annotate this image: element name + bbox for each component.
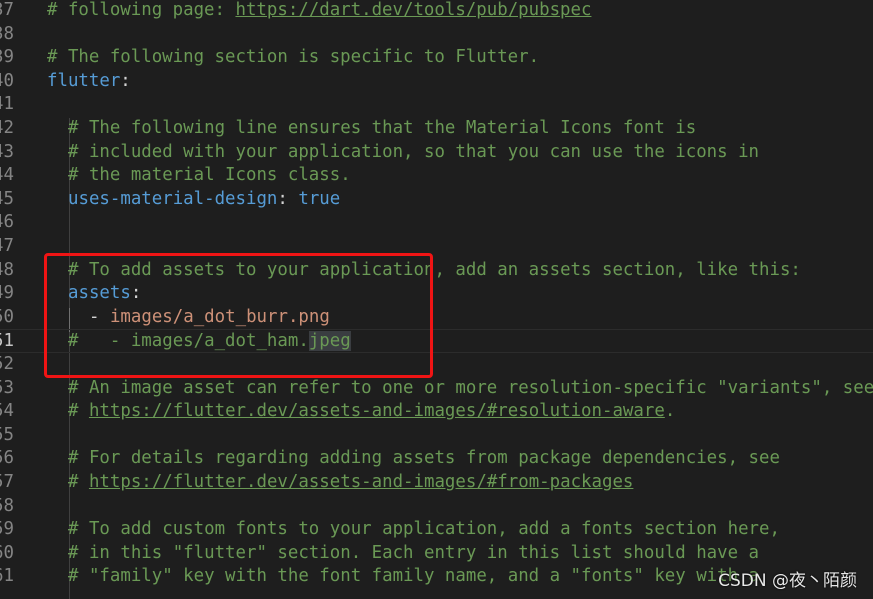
line-number: 59 xyxy=(0,519,14,540)
yaml-comment: # To add custom fonts to your applicatio… xyxy=(68,519,780,540)
line-number: 57 xyxy=(0,472,14,492)
line-number: 55 xyxy=(0,424,14,445)
code-line[interactable]: 41 xyxy=(0,93,873,117)
code-line[interactable]: 38 xyxy=(0,23,873,47)
yaml-comment: # "family" key with the font family name… xyxy=(68,566,760,587)
line-number: 48 xyxy=(0,259,14,280)
watermark: CSDN @夜丶陌颜 xyxy=(718,571,857,591)
line-number: 41 xyxy=(0,94,14,115)
code-text: assets: xyxy=(68,282,141,306)
yaml-comment: # xyxy=(68,472,89,492)
code-line[interactable]: 45 uses-material-design: true xyxy=(0,188,873,212)
code-line[interactable]: 48 # To add assets to your application, a… xyxy=(0,259,873,283)
line-number: 56 xyxy=(0,448,14,469)
yaml-value: true xyxy=(298,188,341,209)
line-number: 60 xyxy=(0,542,14,563)
yaml-string: images/a_dot_burr.png xyxy=(109,306,330,327)
code-line[interactable]: 57 # https://flutter.dev/assets-and-image… xyxy=(0,471,873,495)
line-number: 61 xyxy=(0,566,14,587)
yaml-comment: # An image asset can refer to one or mor… xyxy=(68,377,873,398)
code-line[interactable]: 59 # To add custom fonts to your applicat… xyxy=(0,518,873,542)
yaml-colon: : xyxy=(277,188,299,209)
line-number: 49 xyxy=(0,283,14,304)
line-number: 54 xyxy=(0,401,14,422)
code-text: # An image asset can refer to one or mor… xyxy=(68,377,873,401)
code-text: # "family" key with the font family name… xyxy=(68,565,759,589)
yaml-comment: # in this "flutter" section. Each entry … xyxy=(68,542,760,563)
line-number: 40 xyxy=(0,70,14,91)
code-text: # included with your application, so tha… xyxy=(68,141,759,165)
yaml-key: uses-material-design xyxy=(68,188,278,209)
code-line[interactable]: 51 # - images/a_dot_ham.jpeg xyxy=(0,329,873,353)
yaml-comment: # The following line ensures that the Ma… xyxy=(68,118,697,138)
comment-link[interactable]: https://flutter.dev/assets-and-images/#f… xyxy=(89,472,633,492)
line-number: 39 xyxy=(0,47,14,68)
code-text: # https://flutter.dev/assets-and-images/… xyxy=(68,471,633,495)
code-text: # https://flutter.dev/assets-and-images/… xyxy=(68,400,675,424)
line-number: 58 xyxy=(0,495,14,516)
selection-highlight: jpeg xyxy=(308,331,351,352)
code-line[interactable]: 39 # The following section is specific to… xyxy=(0,46,873,70)
line-number: 51 xyxy=(0,331,14,352)
code-text: # in this "flutter" section. Each entry … xyxy=(68,542,759,566)
yaml-key: flutter xyxy=(47,70,121,91)
code-line[interactable]: 44 # the material Icons class. xyxy=(0,164,873,188)
line-number: 52 xyxy=(0,354,14,374)
line-number: 46 xyxy=(0,212,14,233)
line-number: 45 xyxy=(0,188,14,209)
line-number: 38 xyxy=(0,23,14,44)
code-text: # the material Icons class. xyxy=(68,164,351,188)
code-line[interactable]: 42 # The following line ensures that the … xyxy=(0,117,873,141)
code-editor[interactable]: 37 # following page: https://dart.dev/too… xyxy=(0,0,873,599)
code-line[interactable]: 40 flutter: xyxy=(0,70,873,94)
code-line[interactable]: 52 xyxy=(0,353,873,377)
line-number: 47 xyxy=(0,236,14,256)
code-line[interactable]: 37 # following page: https://dart.dev/too… xyxy=(0,0,873,23)
code-text: # - images/a_dot_ham.jpeg xyxy=(68,330,351,354)
code-line[interactable]: 60 # in this "flutter" section. Each entr… xyxy=(0,542,873,566)
code-text: flutter: xyxy=(47,70,131,94)
code-line[interactable]: 43 # included with your application, so t… xyxy=(0,141,873,165)
code-line[interactable]: 56 # For details regarding adding assets … xyxy=(0,447,873,471)
code-text: # The following section is specific to F… xyxy=(47,46,539,70)
yaml-colon: : xyxy=(130,283,142,304)
yaml-colon: : xyxy=(120,70,131,91)
comment-link[interactable]: https://dart.dev/tools/pub/pubspec xyxy=(235,0,591,20)
yaml-comment: # For details regarding adding assets fr… xyxy=(68,448,780,469)
code-line[interactable]: 47 xyxy=(0,235,873,259)
code-line[interactable]: 46 xyxy=(0,211,873,235)
comment-link[interactable]: https://flutter.dev/assets-and-images/#r… xyxy=(89,401,665,421)
yaml-comment: # The following section is specific to F… xyxy=(47,47,540,68)
code-line[interactable]: 54 # https://flutter.dev/assets-and-image… xyxy=(0,400,873,424)
line-number: 43 xyxy=(0,141,14,162)
yaml-key: assets xyxy=(68,283,131,304)
line-number: 42 xyxy=(0,118,14,138)
yaml-list-dash: - xyxy=(89,306,110,327)
yaml-comment: # included with your application, so tha… xyxy=(68,141,760,162)
code-line[interactable]: 55 xyxy=(0,424,873,448)
code-line[interactable]: 53 # An image asset can refer to one or m… xyxy=(0,377,873,401)
yaml-comment: # To add assets to your application, add… xyxy=(68,259,801,280)
yaml-comment: # the material Icons class. xyxy=(68,165,351,186)
line-number: 50 xyxy=(0,306,14,327)
line-number: 44 xyxy=(0,165,14,186)
line-number: 37 xyxy=(0,0,14,20)
yaml-comment: # following page: xyxy=(47,0,236,20)
code-text: # To add assets to your application, add… xyxy=(68,259,801,283)
code-text: # following page: https://dart.dev/tools… xyxy=(47,0,591,23)
comment-trail: . xyxy=(664,401,676,422)
yaml-comment: # xyxy=(68,401,89,422)
code-line[interactable]: 58 xyxy=(0,495,873,519)
yaml-comment: # - images/a_dot_ham. xyxy=(68,331,309,352)
code-text: # The following line ensures that the Ma… xyxy=(68,117,696,141)
code-text: - images/a_dot_burr.png xyxy=(89,306,330,330)
code-text: # For details regarding adding assets fr… xyxy=(68,447,780,471)
code-text: uses-material-design: true xyxy=(68,188,340,212)
code-line[interactable]: 50 - images/a_dot_burr.png xyxy=(0,306,873,330)
line-number: 53 xyxy=(0,377,14,398)
code-line[interactable]: 49 assets: xyxy=(0,282,873,306)
code-text: # To add custom fonts to your applicatio… xyxy=(68,518,780,542)
